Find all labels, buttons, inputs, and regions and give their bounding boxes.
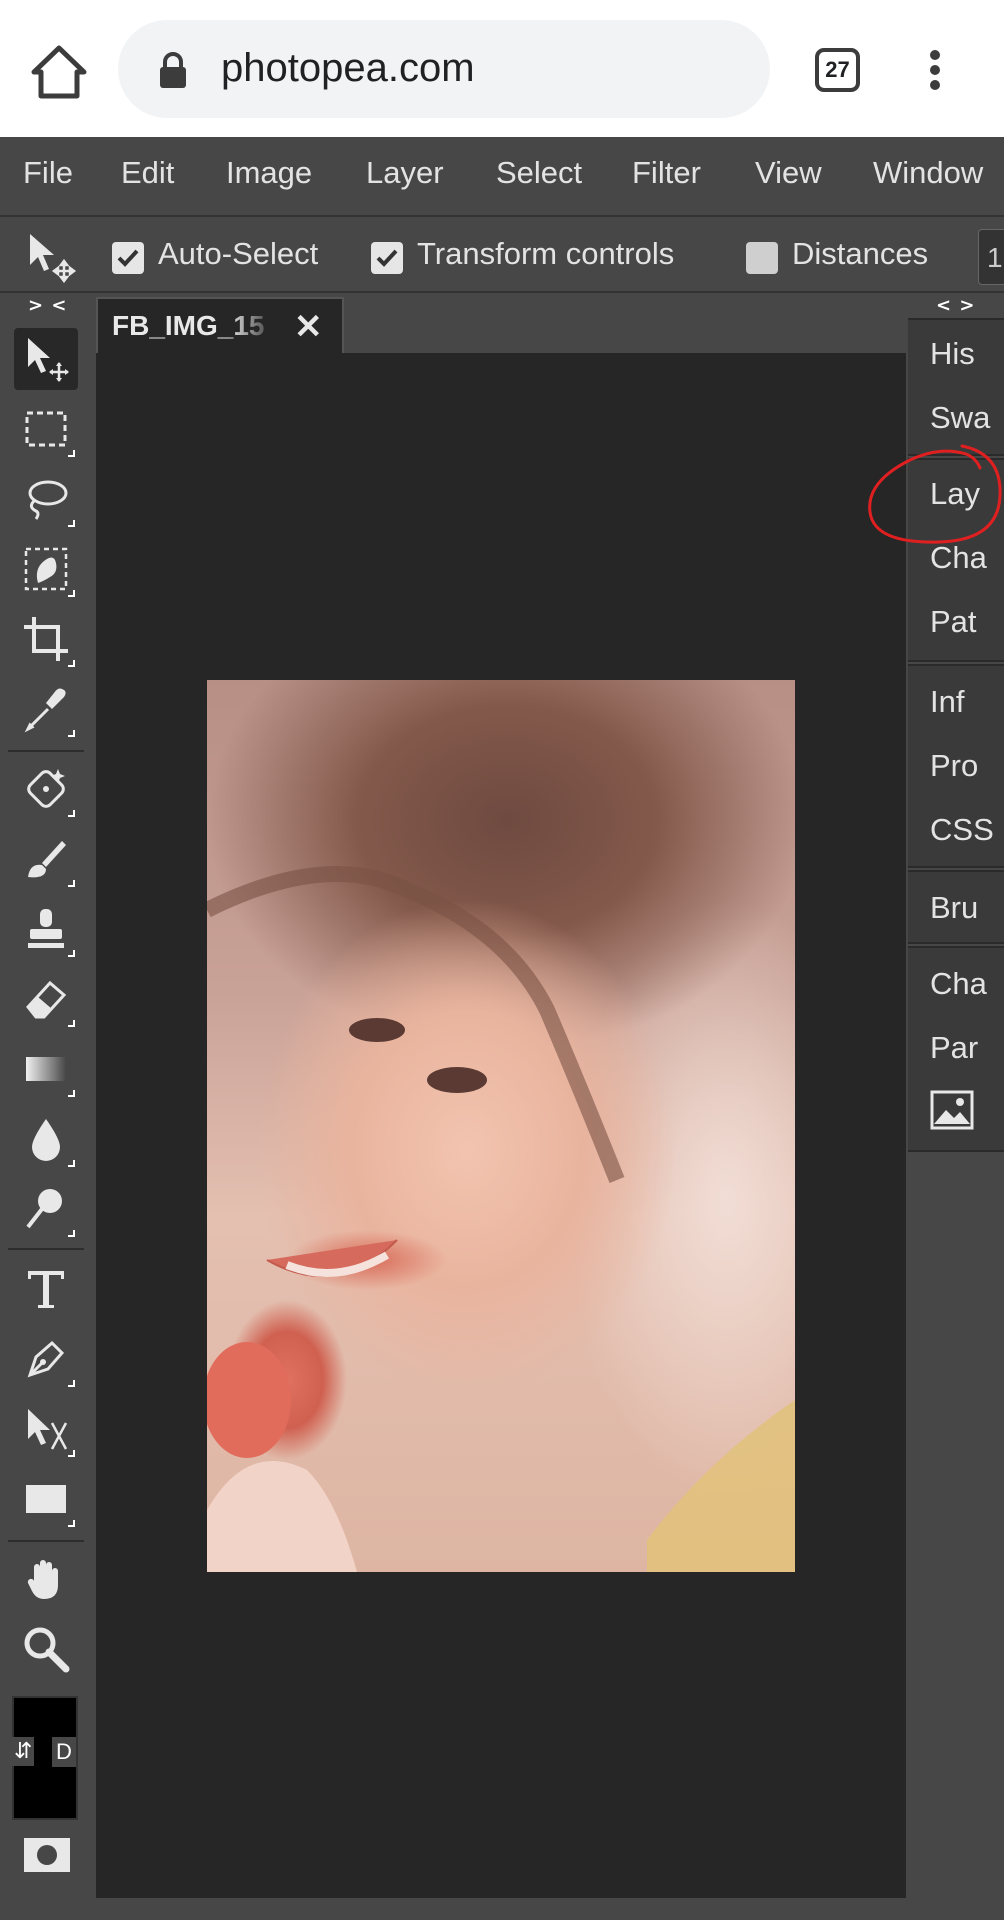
hand-tool[interactable] xyxy=(14,1548,78,1610)
document-canvas[interactable] xyxy=(207,680,795,1572)
tab-character[interactable]: Cha xyxy=(930,966,987,1002)
menu-select[interactable]: Select xyxy=(496,155,582,191)
eyedropper-tool[interactable] xyxy=(14,678,78,740)
move-tool[interactable] xyxy=(14,328,78,390)
options-bar: Auto-Select Transform controls Distances… xyxy=(0,219,1004,293)
rectangle-tool[interactable] xyxy=(14,1468,78,1530)
default-colors-button[interactable]: D xyxy=(52,1737,76,1767)
type-tool[interactable] xyxy=(14,1258,78,1320)
close-document-icon[interactable]: ✕ xyxy=(294,307,323,347)
tab-properties[interactable]: Pro xyxy=(930,748,978,784)
move-tool-icon[interactable] xyxy=(26,231,78,284)
panel-group-1: His Swa xyxy=(908,318,1004,456)
transform-controls-checkbox[interactable] xyxy=(371,242,403,274)
browser-toolbar: photopea.com 27 xyxy=(0,0,1004,137)
distances-label: Distances xyxy=(792,236,929,271)
pen-tool[interactable] xyxy=(14,1328,78,1390)
tab-paragraph[interactable]: Par xyxy=(930,1030,978,1066)
home-icon[interactable] xyxy=(30,42,88,100)
document-tab-strip: FB_IMG_15 ✕ xyxy=(96,295,906,353)
dodge-tool[interactable] xyxy=(14,1178,78,1240)
marquee-tool[interactable] xyxy=(14,398,78,460)
tab-css[interactable]: CSS xyxy=(930,812,994,848)
document-workspace: FB_IMG_15 ✕ xyxy=(96,295,906,1898)
distances-checkbox[interactable] xyxy=(746,242,778,274)
image-icon[interactable] xyxy=(930,1090,974,1130)
auto-select-checkbox[interactable] xyxy=(112,242,144,274)
menu-window[interactable]: Window xyxy=(873,155,983,191)
address-bar[interactable]: photopea.com xyxy=(118,20,770,118)
canvas-photo xyxy=(207,866,795,1572)
tab-brush[interactable]: Bru xyxy=(930,890,978,926)
spot-healing-tool[interactable] xyxy=(14,758,78,820)
transform-controls-label: Transform controls xyxy=(417,236,675,271)
clone-stamp-tool[interactable] xyxy=(14,898,78,960)
lock-icon xyxy=(158,52,188,90)
menu-edit[interactable]: Edit xyxy=(121,155,174,191)
tab-paths[interactable]: Pat xyxy=(930,604,977,640)
size-field[interactable]: 1 xyxy=(978,229,1004,285)
annotation-circle xyxy=(868,444,1002,544)
menu-view[interactable]: View xyxy=(755,155,822,191)
tab-history[interactable]: His xyxy=(930,336,975,372)
brush-tool[interactable] xyxy=(14,828,78,890)
swap-colors-button[interactable]: ⇵ xyxy=(12,1737,35,1766)
eraser-tool[interactable] xyxy=(14,968,78,1030)
menu-layer[interactable]: Layer xyxy=(366,155,444,191)
blur-tool[interactable] xyxy=(14,1108,78,1170)
quick-selection-tool[interactable] xyxy=(14,538,78,600)
collapse-toolbar-button[interactable]: > < xyxy=(28,295,67,316)
lasso-tool[interactable] xyxy=(14,468,78,530)
tab-switcher-button[interactable]: 27 xyxy=(815,48,860,92)
panel-group-3: Inf Pro CSS xyxy=(908,664,1004,868)
zoom-tool[interactable] xyxy=(14,1618,78,1680)
path-selection-tool[interactable] xyxy=(14,1398,78,1460)
tab-info[interactable]: Inf xyxy=(930,684,964,720)
tools-panel: ⇵ D xyxy=(0,318,94,1920)
crop-tool[interactable] xyxy=(14,608,78,670)
right-panels: His Swa Lay Cha Pat Inf Pro CSS Bru Cha … xyxy=(906,318,1004,1918)
panel-group-4: Bru xyxy=(908,870,1004,944)
quick-mask-icon[interactable] xyxy=(24,1838,70,1872)
gradient-tool[interactable] xyxy=(14,1038,78,1100)
menu-bar: File Edit Image Layer Select Filter View… xyxy=(0,137,1004,217)
tab-swatches[interactable]: Swa xyxy=(930,400,990,436)
menu-image[interactable]: Image xyxy=(226,155,312,191)
url-text: photopea.com xyxy=(221,46,475,90)
panel-group-5: Cha Par xyxy=(908,946,1004,1152)
auto-select-label: Auto-Select xyxy=(158,236,319,271)
collapse-panels-button[interactable]: < > xyxy=(936,295,975,316)
menu-file[interactable]: File xyxy=(23,155,73,191)
menu-filter[interactable]: Filter xyxy=(632,155,701,191)
tab-count: 27 xyxy=(825,57,850,82)
document-tab[interactable]: FB_IMG_15 ✕ xyxy=(96,297,344,353)
more-options-icon[interactable] xyxy=(918,48,952,92)
size-value: 1 xyxy=(987,242,1003,273)
